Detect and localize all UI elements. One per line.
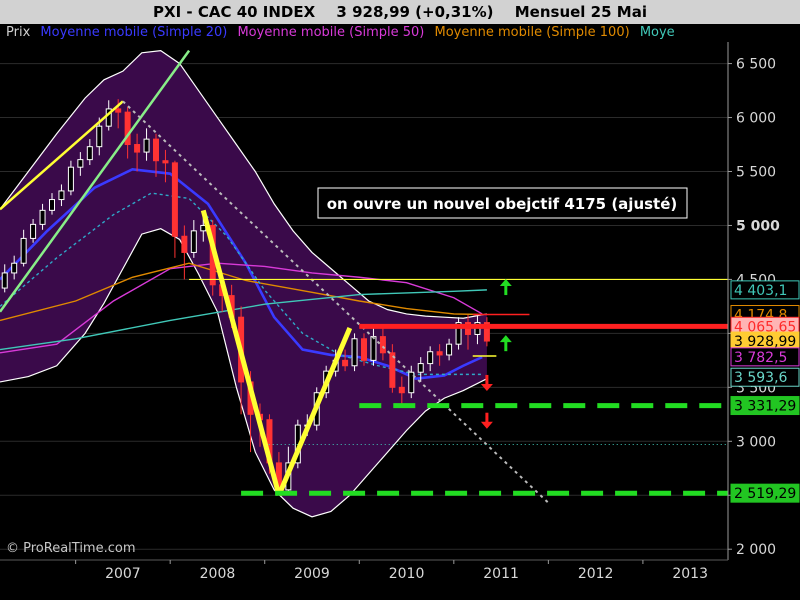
legend-item-sma20[interactable]: Moyenne mobile (Simple 20) <box>40 25 227 40</box>
candle-body <box>30 223 37 239</box>
candle-body <box>153 138 159 162</box>
chart-window: 2 0002 5003 0003 5004 0004 5005 0005 500… <box>0 0 800 600</box>
candle-body <box>417 363 424 373</box>
candle-body <box>171 162 178 237</box>
candle-body <box>115 108 122 113</box>
period-label: Mensuel 25 Mai <box>514 3 647 21</box>
x-tick-label: 2007 <box>105 566 141 582</box>
x-tick-label: 2009 <box>294 566 330 582</box>
green-up-arrow <box>499 279 512 287</box>
price-label: 3 782,5 <box>734 350 787 366</box>
candle-body <box>11 262 18 274</box>
candle-body <box>58 190 65 201</box>
legend-item-sma50[interactable]: Moyenne mobile (Simple 50) <box>237 25 424 40</box>
candle-body <box>134 144 141 153</box>
price-label: 4 403,1 <box>734 283 787 299</box>
candle-body <box>162 160 169 164</box>
x-tick-label: 2011 <box>483 566 519 582</box>
red-down-arrow <box>480 421 493 429</box>
candle-body <box>351 338 358 367</box>
annotation-text: on ouvre un nouvel obejctif 4175 (ajusté… <box>327 195 678 213</box>
bollinger-band <box>0 50 487 517</box>
legend-item-sma100[interactable]: Moyenne mobile (Simple 100) <box>435 25 630 40</box>
x-tick-label: 2008 <box>200 566 236 582</box>
chart-header: PXI - CAC 40 INDEX 3 928,99 (+0,31%) Men… <box>0 0 800 24</box>
green-up-arrow <box>499 335 512 343</box>
candle-body <box>427 351 434 365</box>
candle-body <box>361 338 367 361</box>
price-label: 2 519,29 <box>734 486 796 502</box>
candle-body <box>67 166 74 192</box>
y-tick-label: 5 000 <box>736 218 780 234</box>
y-tick-label: 6 000 <box>736 111 776 127</box>
watermark: © ProRealTime.com <box>6 541 136 556</box>
candle-body <box>20 237 27 264</box>
candle-body <box>398 386 405 394</box>
candle-body <box>379 336 386 354</box>
candle-body <box>1 272 8 289</box>
candle-body <box>342 359 349 367</box>
x-tick-label: 2010 <box>389 566 425 582</box>
candle-body <box>190 230 197 253</box>
y-tick-label: 3 000 <box>736 434 776 450</box>
price-chart[interactable]: 2 0002 5003 0003 5004 0004 5005 0005 500… <box>0 0 800 600</box>
candle-body <box>436 351 443 356</box>
quote-label: 3 928,99 (+0,31%) <box>336 3 494 21</box>
candle-body <box>39 209 46 225</box>
candle-body <box>143 138 150 153</box>
plot-area <box>0 49 728 550</box>
x-tick-label: 2012 <box>578 566 614 582</box>
candle-body <box>86 146 93 161</box>
x-tick-label: 2013 <box>672 566 708 582</box>
annotation-box: on ouvre un nouvel obejctif 4175 (ajusté… <box>317 187 688 219</box>
price-label: 3 331,29 <box>734 399 796 415</box>
candle-body <box>370 336 377 361</box>
indicator-legend: Prix Moyenne mobile (Simple 20) Moyenne … <box>0 24 728 42</box>
candle-body <box>77 159 84 168</box>
symbol-label: PXI - CAC 40 INDEX <box>153 3 316 21</box>
price-label: 3 593,6 <box>734 370 788 386</box>
candle-body <box>96 125 103 148</box>
legend-item-price[interactable]: Prix <box>6 25 30 40</box>
y-tick-label: 6 500 <box>736 57 776 73</box>
candle-body <box>49 199 55 211</box>
y-tick-label: 2 000 <box>736 542 776 558</box>
candle-body <box>446 343 453 356</box>
legend-item-sma200[interactable]: Moye <box>640 25 675 40</box>
candle-body <box>181 235 188 253</box>
y-tick-label: 5 500 <box>736 165 776 181</box>
